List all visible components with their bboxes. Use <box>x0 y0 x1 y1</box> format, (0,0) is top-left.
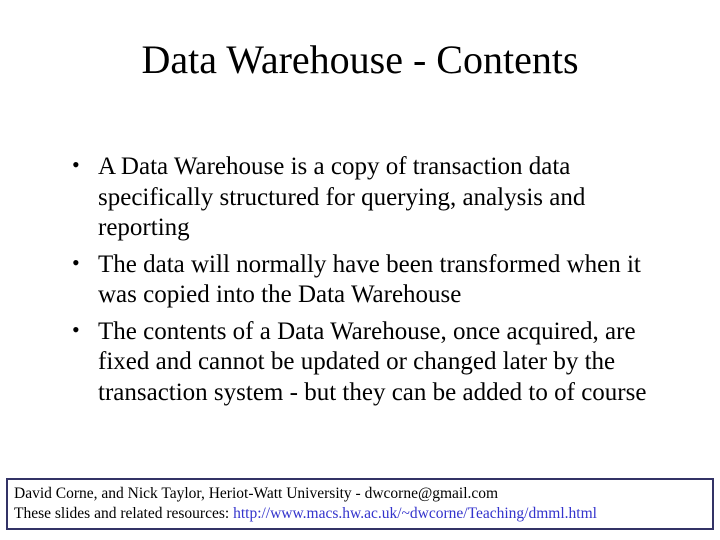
slide: Data Warehouse - Contents A Data Warehou… <box>0 0 720 540</box>
slide-title: Data Warehouse - Contents <box>0 36 720 83</box>
slide-body: A Data Warehouse is a copy of transactio… <box>68 152 668 414</box>
footer-line-2: These slides and related resources: http… <box>14 504 706 523</box>
footer-link[interactable]: http://www.macs.hw.ac.uk/~dwcorne/Teachi… <box>233 505 597 522</box>
list-item: A Data Warehouse is a copy of transactio… <box>68 152 668 244</box>
list-item: The data will normally have been transfo… <box>68 250 668 311</box>
footer-line-2-prefix: These slides and related resources: <box>14 505 233 522</box>
list-item: The contents of a Data Warehouse, once a… <box>68 317 668 409</box>
footer-box: David Corne, and Nick Taylor, Heriot-Wat… <box>6 478 714 530</box>
footer-line-1: David Corne, and Nick Taylor, Heriot-Wat… <box>14 484 706 503</box>
bullet-list: A Data Warehouse is a copy of transactio… <box>68 152 668 408</box>
